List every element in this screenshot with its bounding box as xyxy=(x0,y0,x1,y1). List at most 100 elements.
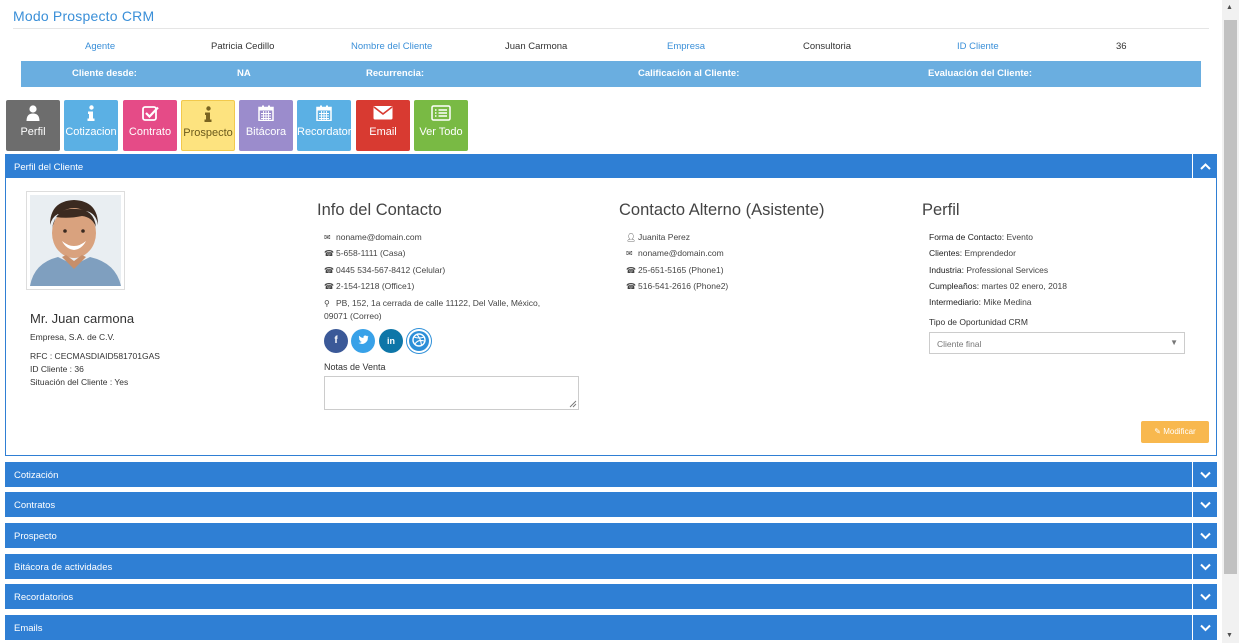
client-avatar xyxy=(26,191,125,290)
panel-title: Perfil del Cliente xyxy=(14,162,84,173)
intermediario: Intermediario: Mike Medina xyxy=(929,297,1032,307)
panel-title: Contratos xyxy=(14,500,56,511)
perfil-button[interactable]: Perfil xyxy=(6,100,60,151)
facebook-icon[interactable]: f xyxy=(324,329,348,353)
perfil-panel-body: Mr. Juan carmona Empresa, S.A. de C.V. R… xyxy=(5,178,1217,456)
perfil-panel-header[interactable]: Perfil del Cliente xyxy=(5,154,1217,179)
email-button[interactable]: Email xyxy=(356,100,410,151)
chevron-down-icon[interactable] xyxy=(1192,523,1217,548)
contact-email[interactable]: ✉ noname@domain.com xyxy=(324,232,422,242)
empresa-value: Consultoria xyxy=(803,41,852,52)
client-stats-bar: Cliente desde: NA Recurrencia: Calificac… xyxy=(21,61,1201,87)
phone-icon: ☎ xyxy=(324,249,334,258)
client-name: Mr. Juan carmona xyxy=(30,311,135,326)
calendar-icon xyxy=(297,100,351,126)
empresa-label: Empresa xyxy=(667,41,706,52)
crm-page: Modo Prospecto CRM Agente Patricia Cedil… xyxy=(0,0,1222,643)
dribbble-icon[interactable] xyxy=(407,329,431,353)
page-title: Modo Prospecto CRM xyxy=(13,8,155,24)
select-value: Cliente final xyxy=(937,339,982,349)
alt-contact-phone1: ☎ 25-651-5165 (Phone1) xyxy=(626,265,724,275)
alt-contact-email[interactable]: ✉ noname@domain.com xyxy=(626,248,724,258)
envelope-icon xyxy=(356,100,410,126)
info-icon xyxy=(182,101,234,127)
info-icon xyxy=(64,100,118,126)
contratos-panel-header[interactable]: Contratos xyxy=(5,492,1217,517)
caret-down-icon: ▼ xyxy=(1170,338,1178,347)
cliente-desde-value: NA xyxy=(237,68,251,79)
linkedin-icon[interactable]: in xyxy=(379,329,403,353)
vertical-scrollbar[interactable]: ▲ ▼ xyxy=(1222,0,1239,643)
profile-heading: Perfil xyxy=(922,201,960,219)
chevron-down-icon[interactable] xyxy=(1192,554,1217,579)
user-icon xyxy=(6,100,60,126)
cliente-desde-label: Cliente desde: xyxy=(72,68,137,79)
phone-icon: ☎ xyxy=(324,266,334,275)
cotizacion-button[interactable]: Cotizacion xyxy=(64,100,118,151)
client-rfc: RFC : CECMASDIAID581701GAS xyxy=(30,351,160,361)
chevron-down-icon[interactable] xyxy=(1192,462,1217,487)
alt-contact-name: 👤︎ Juanita Perez xyxy=(626,232,690,242)
notas-textarea[interactable] xyxy=(324,376,579,410)
bitacora-panel-header[interactable]: Bitácora de actividades xyxy=(5,554,1217,579)
agente-value: Patricia Cedillo xyxy=(211,41,275,52)
id-cliente-value: 36 xyxy=(1116,41,1127,52)
panel-title: Cotización xyxy=(14,470,59,481)
panel-title: Bitácora de actividades xyxy=(14,562,113,573)
panel-title: Recordatorios xyxy=(14,592,74,603)
user-icon: 👤︎ xyxy=(626,233,637,242)
resize-handle-icon[interactable] xyxy=(569,400,577,408)
agente-label: Agente xyxy=(85,41,116,52)
phone-icon: ☎ xyxy=(324,282,334,291)
contact-phone-celular: ☎ 0445 534-567-8412 (Celular) xyxy=(324,265,446,275)
notas-label: Notas de Venta xyxy=(324,362,386,372)
contact-heading: Info del Contacto xyxy=(317,201,442,219)
contact-address: ⚲ PB, 152, 1a cerrada de calle 11122, Del… xyxy=(324,298,541,321)
map-marker-icon: ⚲ xyxy=(324,299,330,308)
chevron-down-icon[interactable] xyxy=(1192,615,1217,640)
emails-panel-header[interactable]: Emails xyxy=(5,615,1217,640)
scroll-up-icon[interactable]: ▲ xyxy=(1226,4,1233,11)
scroll-down-icon[interactable]: ▼ xyxy=(1226,632,1233,639)
envelope-icon: ✉ xyxy=(626,249,633,258)
evaluacion-label: Evaluación del Cliente: xyxy=(928,68,1032,79)
prospecto-button[interactable]: Prospecto xyxy=(181,100,235,151)
cotizacion-panel-header[interactable]: Cotización xyxy=(5,462,1217,487)
recordatorios-panel-header[interactable]: Recordatorios xyxy=(5,584,1217,609)
contact-phone-office: ☎ 2-154-1218 (Office1) xyxy=(324,281,415,291)
cumpleanos: Cumpleaños: martes 02 enero, 2018 xyxy=(929,281,1067,291)
list-icon xyxy=(414,100,468,126)
pencil-icon: ✎ xyxy=(1154,427,1161,436)
calendar-icon xyxy=(239,100,293,126)
title-divider xyxy=(13,28,1209,29)
contact-phone-casa: ☎ 5-658-1111 (Casa) xyxy=(324,248,406,258)
client-id: ID Cliente : 36 xyxy=(30,364,84,374)
checkbox-icon xyxy=(123,100,177,126)
twitter-icon[interactable] xyxy=(351,329,375,353)
bitacora-button[interactable]: Bitácora xyxy=(239,100,293,151)
alt-contact-heading: Contacto Alterno (Asistente) xyxy=(619,201,825,219)
tipo-oportunidad-label: Tipo de Oportunidad CRM xyxy=(929,317,1028,327)
client-info-row: Agente Patricia Cedillo Nombre del Clien… xyxy=(0,41,1222,53)
scrollbar-thumb[interactable] xyxy=(1224,20,1237,574)
panel-title: Emails xyxy=(14,623,43,634)
chevron-down-icon[interactable] xyxy=(1192,584,1217,609)
chevron-down-icon[interactable] xyxy=(1192,492,1217,517)
cliente-label: Nombre del Cliente xyxy=(351,41,433,52)
industria: Industria: Professional Services xyxy=(929,265,1049,275)
alt-contact-phone2: ☎ 516-541-2616 (Phone2) xyxy=(626,281,729,291)
recordatorios-button[interactable]: Recordatorios xyxy=(297,100,351,151)
phone-icon: ☎ xyxy=(626,266,636,275)
chevron-up-icon[interactable] xyxy=(1192,154,1217,179)
client-situacion: Situación del Cliente : Yes xyxy=(30,377,129,387)
prospecto-panel-header[interactable]: Prospecto xyxy=(5,523,1217,548)
ver-todo-button[interactable]: Ver Todo xyxy=(414,100,468,151)
phone-icon: ☎ xyxy=(626,282,636,291)
client-company: Empresa, S.A. de C.V. xyxy=(30,332,115,342)
forma-contacto: Forma de Contacto: Evento xyxy=(929,232,1033,242)
envelope-icon: ✉ xyxy=(324,233,331,242)
tipo-oportunidad-select[interactable]: Cliente final ▼ xyxy=(929,332,1185,354)
modificar-button[interactable]: ✎ Modificar xyxy=(1141,421,1209,443)
clientes-tipo: Clientes: Emprendedor xyxy=(929,248,1016,258)
contrato-button[interactable]: Contrato xyxy=(123,100,177,151)
